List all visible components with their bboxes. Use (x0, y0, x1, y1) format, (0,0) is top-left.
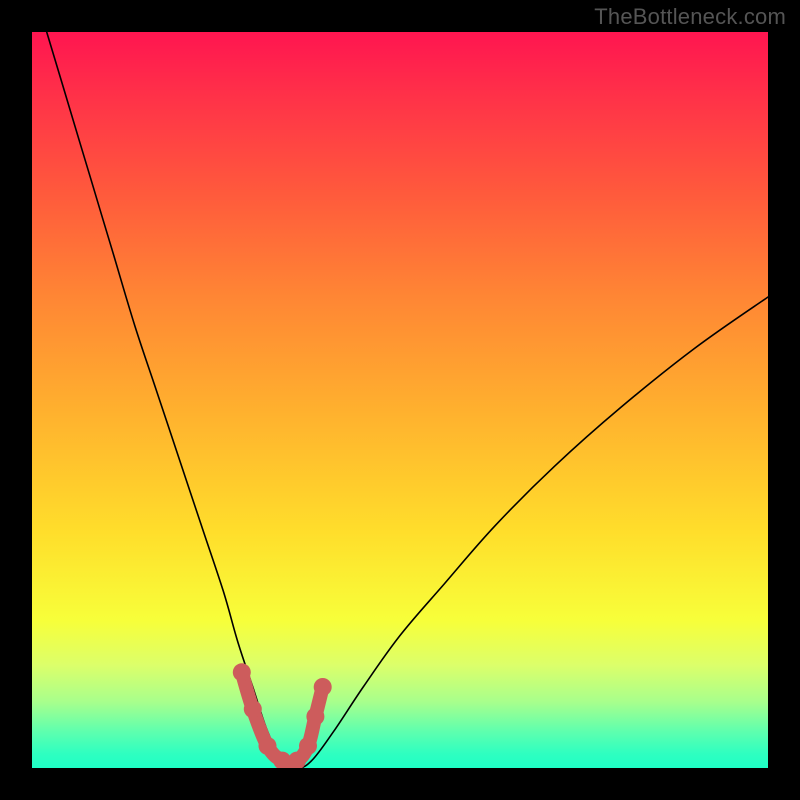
watermark-text: TheBottleneck.com (594, 4, 786, 30)
plot-area (32, 32, 768, 768)
marker-dot (306, 708, 324, 726)
bottleneck-curve (47, 32, 768, 768)
marker-dot (259, 737, 277, 755)
marker-dot (314, 678, 332, 696)
chart-frame: TheBottleneck.com (0, 0, 800, 800)
marker-dot (233, 663, 251, 681)
marker-dot (244, 700, 262, 718)
marker-dots (233, 663, 332, 768)
marker-dot (299, 737, 317, 755)
curve-layer (32, 32, 768, 768)
